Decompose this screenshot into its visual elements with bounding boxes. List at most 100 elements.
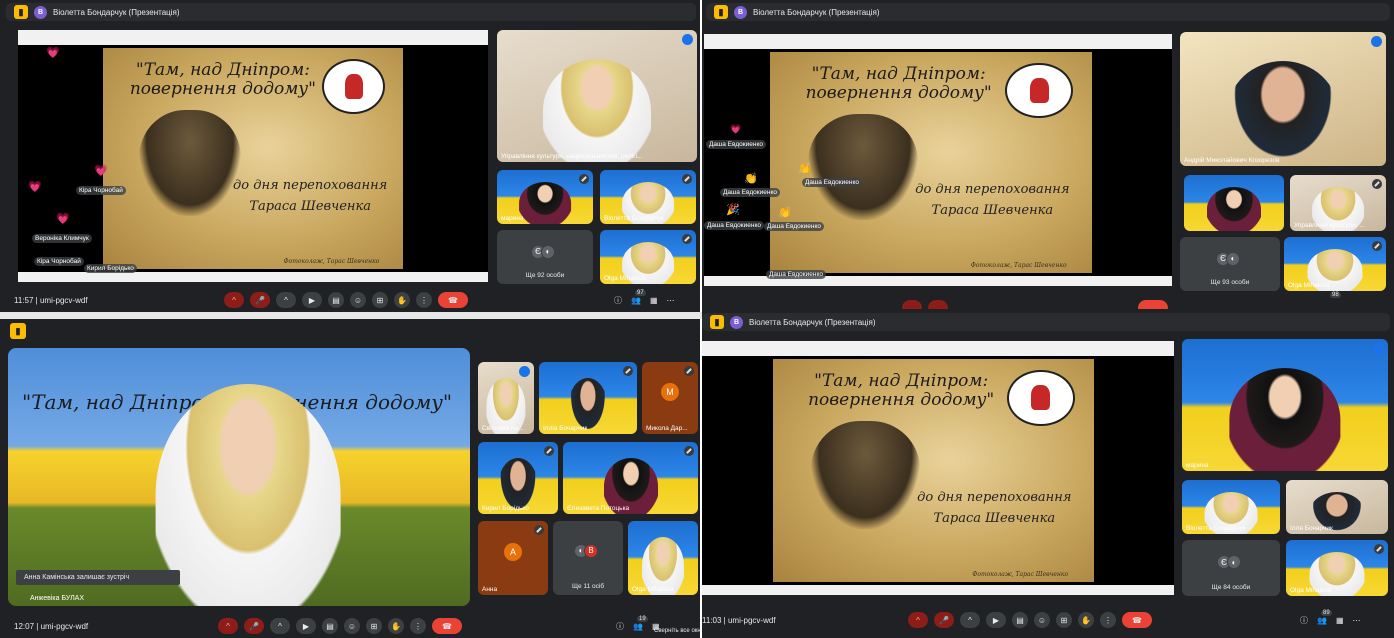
participant-name: Андрій Миколайович Козорезов bbox=[1184, 157, 1280, 164]
slide-signature: Фотоколаж, Тарас Шевченко bbox=[970, 261, 1067, 269]
meet-logo-icon: ▮ bbox=[10, 323, 26, 339]
chat-icon[interactable]: ▦ bbox=[1336, 616, 1344, 625]
leave-call-button[interactable]: ☎ bbox=[438, 292, 468, 308]
participant-tile[interactable]: Світлана Ки... bbox=[478, 362, 534, 434]
info-icon[interactable]: ⓘ bbox=[1300, 615, 1308, 626]
mic-options-button[interactable]: ^ bbox=[908, 612, 928, 628]
participant-tile[interactable]: Кирил Борідько bbox=[478, 442, 558, 514]
people-button[interactable]: 👥 97 bbox=[631, 289, 646, 305]
captions-button[interactable]: ▤ bbox=[328, 292, 344, 308]
participant-tile[interactable]: Управління культури, національностей, ре… bbox=[497, 30, 697, 162]
activities-icon[interactable]: ⋯ bbox=[1353, 616, 1361, 625]
reaction-name: Даша Евдокиенко bbox=[802, 178, 862, 187]
college-logo-icon bbox=[322, 58, 386, 115]
captions-button[interactable]: ▤ bbox=[322, 618, 338, 634]
avatar-stack: Є ◐ bbox=[1217, 555, 1241, 570]
present-button[interactable]: ⊞ bbox=[372, 292, 388, 308]
participant-tile[interactable]: Андрій Миколайович Козорезов bbox=[1180, 32, 1386, 166]
present-button[interactable]: ⊞ bbox=[366, 618, 382, 634]
camera-toggle-button[interactable]: ▶ bbox=[986, 612, 1006, 628]
participant-name: Управління культури, національностей, ре… bbox=[501, 153, 643, 160]
camera-toggle-button[interactable]: ▶ bbox=[302, 292, 322, 308]
speaking-icon bbox=[1373, 343, 1384, 354]
mic-toggle-button[interactable]: 🎤 bbox=[244, 618, 264, 634]
ppt-toolbar bbox=[18, 30, 488, 46]
slide-title-line1: "Там, над Дніпром: bbox=[814, 371, 989, 392]
camera-options-button[interactable]: ^ bbox=[270, 618, 290, 634]
participant-tile[interactable]: Ілля Бочарчик bbox=[1286, 480, 1388, 534]
people-button[interactable]: 👥 19 bbox=[633, 615, 648, 631]
reaction-name: Вероніка Климчук bbox=[32, 234, 92, 243]
emoji-button[interactable]: ☺ bbox=[344, 618, 360, 634]
raise-hand-button[interactable]: ✋ bbox=[1078, 612, 1094, 628]
speaking-icon bbox=[682, 34, 693, 45]
heart-reaction-icon: 💗 bbox=[730, 124, 742, 134]
participant-name: Єлизавета Потоцька bbox=[567, 505, 630, 512]
info-icon[interactable]: ⓘ bbox=[616, 621, 624, 632]
people-count: 89 bbox=[1321, 609, 1332, 616]
mic-off-icon bbox=[682, 234, 692, 244]
shevchenko-portrait bbox=[811, 421, 921, 529]
participant-tile[interactable]: Віолетта Бондарчук bbox=[1182, 480, 1280, 534]
participant-tile[interactable]: Управління культури, ... bbox=[1290, 175, 1386, 231]
meet-logo-icon: ▮ bbox=[14, 5, 28, 19]
more-participants-tile[interactable]: ◐ В Ще 11 осіб bbox=[553, 521, 623, 595]
reaction-name: Кирил Борідько bbox=[84, 264, 137, 273]
more-participants-tile[interactable]: Є ◐ Ще 93 особи bbox=[1180, 237, 1280, 291]
mic-toggle-button[interactable]: 🎤 bbox=[934, 612, 954, 628]
camera-toggle-button[interactable]: ▶ bbox=[296, 618, 316, 634]
more-participants-tile[interactable]: Є ◐ Ще 84 особи bbox=[1182, 540, 1280, 596]
more-participants-tile[interactable]: Є ◐ Ще 92 особи bbox=[497, 230, 593, 284]
slide-subtitle-line1: до дня перепоховання bbox=[233, 178, 388, 194]
heart-reaction-icon: 💗 bbox=[28, 181, 42, 193]
slide-title-line1: "Там, над Дніпром: bbox=[135, 59, 310, 80]
participant-tile[interactable]: Віолетта Бондарчук bbox=[600, 170, 696, 224]
mic-options-button[interactable]: ^ bbox=[218, 618, 238, 634]
people-button[interactable]: 👥 89 bbox=[1317, 609, 1332, 625]
activities-icon[interactable]: ▦ bbox=[650, 296, 658, 305]
ppt-toolbar bbox=[702, 341, 1174, 357]
presenter-label: Віолетта Бондарчук (Презентація) bbox=[753, 7, 880, 17]
slide-canvas: "Там, над Дніпром: повернення додому" до… bbox=[769, 51, 1093, 274]
participant-tile[interactable]: Olga Mihaleva bbox=[1284, 237, 1386, 291]
participant-video bbox=[1207, 187, 1261, 231]
more-options-button[interactable]: ⋮ bbox=[410, 618, 426, 634]
more-icon[interactable]: ⋯ bbox=[667, 296, 675, 305]
participant-tile[interactable]: М Микола Дар... bbox=[642, 362, 698, 434]
leave-call-button[interactable]: ☎ bbox=[432, 618, 462, 634]
participant-tile[interactable]: Olga Mihaleva bbox=[628, 521, 698, 595]
party-reaction-icon: 🎉 bbox=[726, 204, 740, 216]
emoji-button[interactable]: ☺ bbox=[350, 292, 366, 308]
mic-toggle-button[interactable]: 🎤 bbox=[250, 292, 270, 308]
mic-options-button[interactable]: ^ bbox=[224, 292, 244, 308]
participant-tile[interactable]: Olga Mihaleva bbox=[600, 230, 696, 284]
more-options-button[interactable]: ⋮ bbox=[416, 292, 432, 308]
avatar: М bbox=[661, 383, 679, 402]
leave-call-button[interactable]: ☎ bbox=[1122, 612, 1152, 628]
participant-name: Olga Mihaleva bbox=[632, 586, 674, 593]
presentation-slide: "Там, над Дніпром: повернення додому" до… bbox=[704, 34, 1172, 286]
camera-options-button[interactable]: ^ bbox=[276, 292, 296, 308]
participant-tile[interactable]: марина bbox=[1182, 339, 1388, 471]
ppt-statusbar bbox=[18, 271, 488, 282]
participant-tile[interactable]: Ілліа Бочарчик bbox=[539, 362, 637, 434]
present-button[interactable]: ⊞ bbox=[1056, 612, 1072, 628]
raise-hand-button[interactable]: ✋ bbox=[394, 292, 410, 308]
minimize-hint: Сверніть все окна bbox=[654, 628, 700, 634]
participant-tile[interactable] bbox=[1184, 175, 1284, 231]
info-icon[interactable]: ⓘ bbox=[614, 295, 622, 306]
more-options-button[interactable]: ⋮ bbox=[1100, 612, 1116, 628]
meet-logo-icon: ▮ bbox=[710, 315, 724, 329]
participant-tile[interactable]: Olga Mihaleva bbox=[1286, 540, 1388, 596]
camera-options-button[interactable]: ^ bbox=[960, 612, 980, 628]
raise-hand-button[interactable]: ✋ bbox=[388, 618, 404, 634]
participant-tile[interactable]: марина bbox=[497, 170, 593, 224]
presenter-bar: ▮ В Віолетта Бондарчук (Презентація) bbox=[702, 313, 1390, 331]
participant-tile[interactable]: А Анна bbox=[478, 521, 548, 595]
captions-button[interactable]: ▤ bbox=[1012, 612, 1028, 628]
more-participants-label: Ще 93 особи bbox=[1210, 279, 1250, 286]
participant-tile[interactable]: Єлизавета Потоцька bbox=[563, 442, 698, 514]
main-participant-video[interactable]: "Там, над Дніпром: повернення додому" Ан… bbox=[8, 348, 470, 606]
slide-signature: Фотоколаж, Тарас Шевченко bbox=[972, 570, 1069, 578]
emoji-button[interactable]: ☺ bbox=[1034, 612, 1050, 628]
